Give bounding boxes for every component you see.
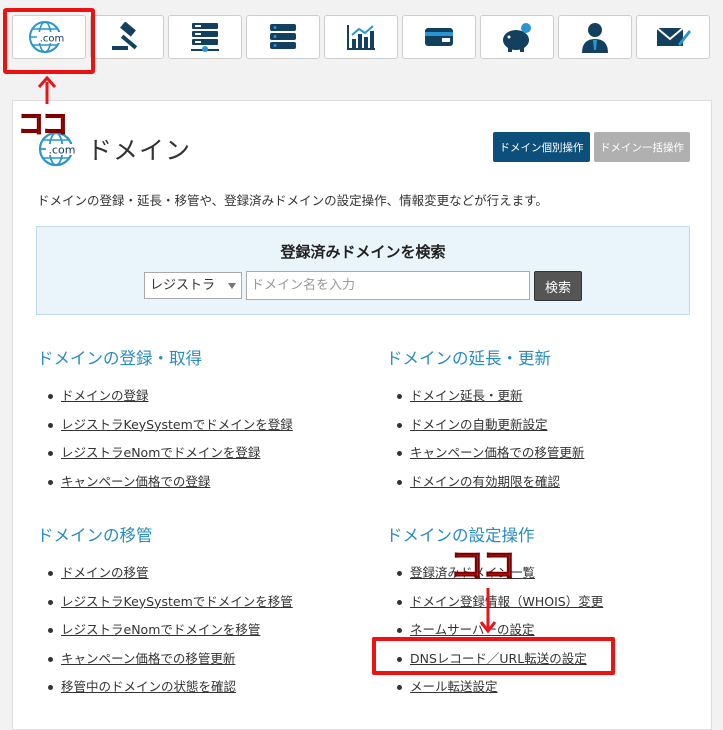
list-item[interactable]: レジストラeNomでドメインを移管 <box>37 622 367 651</box>
list-item[interactable]: レジストラKeySystemでドメインを移管 <box>37 594 367 623</box>
top-tab-bar: .com <box>12 15 722 60</box>
list-item[interactable]: ドメインの自動更新設定 <box>386 417 716 446</box>
list-item[interactable]: ドメインの登録 <box>37 388 367 417</box>
domain-search-input[interactable] <box>246 271 530 300</box>
list-item[interactable]: ドメイン登録情報（WHOIS）変更 <box>386 594 716 623</box>
link-domain-renew[interactable]: ドメイン延長・更新 <box>410 388 523 403</box>
section-heading: ドメインの設定操作 <box>386 526 535 545</box>
list-item[interactable]: 登録済みドメイン一覧 <box>386 565 716 594</box>
chart-icon <box>347 25 375 50</box>
section-transfer: ドメインの移管 ドメインの移管 レジストラKeySystemでドメインを移管 レ… <box>37 526 367 708</box>
section-renew: ドメインの延長・更新 ドメイン延長・更新 ドメインの自動更新設定 キャンペーン価… <box>386 349 716 502</box>
annotation-label: ココ <box>450 546 517 587</box>
list-item[interactable]: キャンペーン価格での移管更新 <box>386 445 716 474</box>
mail-tab[interactable] <box>636 15 710 59</box>
list-item[interactable]: メール転送設定 <box>386 679 716 708</box>
section-heading: ドメインの登録・取得 <box>37 349 202 368</box>
storage-tab[interactable] <box>246 15 320 59</box>
server-icon <box>191 23 219 52</box>
section-heading: ドメインの延長・更新 <box>386 349 551 368</box>
mail-icon <box>656 27 691 46</box>
section-register: ドメインの登録・取得 ドメインの登録 レジストラKeySystemでドメインを登… <box>37 349 367 502</box>
points-tab[interactable] <box>480 15 554 59</box>
list-item[interactable]: ドメイン延長・更新 <box>386 388 716 417</box>
account-tab[interactable] <box>558 15 632 59</box>
link-whois-change[interactable]: ドメイン登録情報（WHOIS）変更 <box>410 594 603 609</box>
page-title-text: ドメイン <box>87 136 192 165</box>
list-item[interactable]: キャンペーン価格での移管更新 <box>37 651 367 680</box>
list-item[interactable]: 移管中のドメインの状態を確認 <box>37 679 367 708</box>
link-transfer-status[interactable]: 移管中のドメインの状態を確認 <box>61 679 236 694</box>
link-auto-renew[interactable]: ドメインの自動更新設定 <box>410 417 548 432</box>
link-domain-transfer[interactable]: ドメインの移管 <box>61 565 149 580</box>
chevron-down-icon <box>228 283 236 289</box>
svg-text:.com: .com <box>49 144 76 157</box>
list-item[interactable]: ドメインの移管 <box>37 565 367 594</box>
list-item[interactable]: ドメインの有効期限を確認 <box>386 474 716 503</box>
auction-tab[interactable] <box>90 15 164 59</box>
link-transfer-campaign[interactable]: キャンペーン価格での移管更新 <box>61 651 235 666</box>
card-icon <box>425 28 453 46</box>
domain-individual-button[interactable]: ドメイン個別操作 <box>493 132 590 162</box>
dns-link-highlight <box>372 637 615 675</box>
payment-tab[interactable] <box>402 15 476 59</box>
link-register-keysystem[interactable]: レジストラKeySystemでドメインを登録 <box>61 417 293 432</box>
link-mail-forward[interactable]: メール転送設定 <box>410 679 498 694</box>
search-title: 登録済みドメインを検索 <box>280 243 446 261</box>
link-check-expiry[interactable]: ドメインの有効期限を確認 <box>410 474 560 489</box>
list-item[interactable]: レジストラKeySystemでドメインを登録 <box>37 417 367 446</box>
link-domain-register[interactable]: ドメインの登録 <box>61 388 149 403</box>
link-transfer-keysystem[interactable]: レジストラKeySystemでドメインを移管 <box>61 594 293 609</box>
domain-search-box: 登録済みドメインを検索 レジストラ 検索 <box>36 226 690 315</box>
analytics-tab[interactable] <box>324 15 398 59</box>
domain-tab-highlight <box>3 8 95 74</box>
section-settings: ドメインの設定操作 登録済みドメイン一覧 ドメイン登録情報（WHOIS）変更 ネ… <box>386 526 716 708</box>
arrow-down-icon <box>479 588 497 634</box>
page-description: ドメインの登録・延長・移管や、登録済みドメインの設定操作、情報変更などが行えます… <box>37 193 548 208</box>
link-transfer-enom[interactable]: レジストラeNomでドメインを移管 <box>61 622 260 637</box>
domain-panel: .com ドメイン ドメイン個別操作 ドメイン一括操作 ドメインの登録・延長・移… <box>12 100 712 730</box>
piggy-bank-icon <box>503 23 531 52</box>
domain-bulk-button[interactable]: ドメイン一括操作 <box>594 132 690 162</box>
annotation-label: ココ <box>17 110 68 141</box>
arrow-up-icon <box>37 76 57 104</box>
link-register-enom[interactable]: レジストラeNomでドメインを登録 <box>61 445 260 460</box>
list-item[interactable]: キャンペーン価格での登録 <box>37 474 367 503</box>
section-heading: ドメインの移管 <box>37 526 153 545</box>
search-button[interactable]: 検索 <box>534 271 582 301</box>
gavel-icon <box>112 22 138 50</box>
link-nameserver-settings[interactable]: ネームサーバーの設定 <box>410 622 535 637</box>
registrar-select[interactable]: レジストラ <box>144 272 242 299</box>
list-item[interactable]: レジストラeNomでドメインを登録 <box>37 445 367 474</box>
link-campaign-transfer-renew[interactable]: キャンペーン価格での移管更新 <box>410 445 584 460</box>
storage-stack-icon <box>270 24 296 49</box>
link-register-campaign[interactable]: キャンペーン価格での登録 <box>61 474 210 489</box>
person-icon <box>582 23 608 53</box>
server-tab[interactable] <box>168 15 242 59</box>
registrar-select-value: レジストラ <box>150 278 216 293</box>
